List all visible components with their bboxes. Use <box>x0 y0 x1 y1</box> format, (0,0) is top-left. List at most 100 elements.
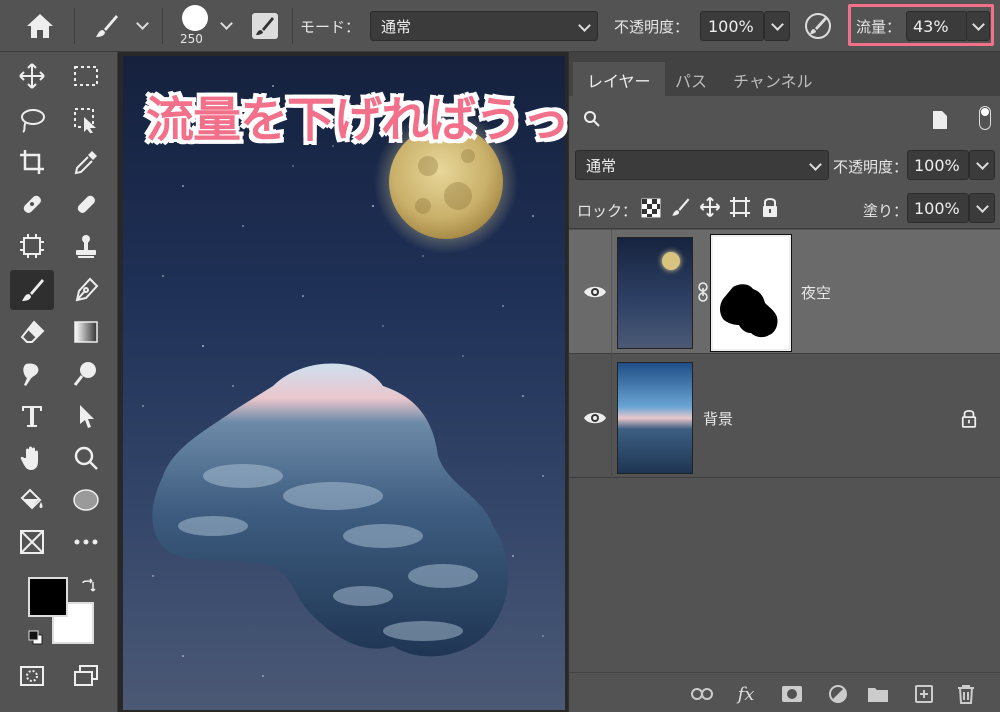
new-layer-icon[interactable] <box>913 683 935 705</box>
chevron-down-icon <box>771 18 784 31</box>
brush-preview-icon[interactable] <box>178 4 212 32</box>
layer-divider <box>611 230 612 354</box>
healing-brush-tool-icon[interactable] <box>68 186 104 222</box>
chevron-down-icon <box>976 200 989 213</box>
tools-panel <box>0 52 118 712</box>
clone-stamp-content-aware-icon[interactable] <box>14 228 50 264</box>
opacity-dropdown[interactable] <box>764 11 790 41</box>
layer-name: 背景 <box>703 410 734 428</box>
layer-row-background[interactable]: 背景 <box>569 354 1000 478</box>
eye-icon[interactable] <box>583 280 607 304</box>
trash-icon[interactable] <box>955 683 977 705</box>
tab-layers[interactable]: レイヤー <box>573 62 665 96</box>
link-icon[interactable] <box>697 282 709 302</box>
swap-colors-icon[interactable] <box>80 578 96 594</box>
ellipse-tool-icon[interactable] <box>68 482 104 518</box>
hand-tool-icon[interactable] <box>14 440 50 476</box>
chevron-down-icon <box>809 158 822 171</box>
layer-thumbnail[interactable] <box>617 237 693 349</box>
layer-opacity-label: 不透明度： <box>833 158 909 176</box>
layer-name: 夜空 <box>801 284 832 302</box>
dodge-tool-icon[interactable] <box>68 356 104 392</box>
layers-list-divider <box>569 228 1000 229</box>
layer-lock-icon[interactable] <box>961 408 977 428</box>
layer-thumbnail[interactable] <box>617 362 693 474</box>
chevron-down-icon <box>976 157 989 170</box>
add-mask-icon[interactable] <box>781 683 803 705</box>
fill-dropdown[interactable] <box>969 193 995 223</box>
paint-bucket-tool-icon[interactable] <box>14 482 50 518</box>
adjustment-layer-icon[interactable] <box>827 683 849 705</box>
lock-transparent-icon[interactable] <box>641 198 661 218</box>
layer-opacity-value: 100% <box>914 155 960 175</box>
layer-filter-row <box>569 96 1000 140</box>
fill-input[interactable]: 100% <box>907 193 969 223</box>
lock-pixels-icon[interactable] <box>669 196 691 218</box>
lasso-tool-icon[interactable] <box>14 102 50 138</box>
object-select-tool-icon[interactable] <box>68 102 104 138</box>
spot-healing-tool-icon[interactable] <box>14 186 50 222</box>
flow-highlight-box <box>848 4 994 46</box>
layers-panel: レイヤー パス チャンネル 通常 不透明度： 100% ロック： 塗り： 100… <box>568 52 1000 712</box>
layer-opacity-dropdown[interactable] <box>969 150 995 180</box>
layer-opacity-input[interactable]: 100% <box>907 150 969 180</box>
foreground-color-swatch[interactable] <box>28 577 68 617</box>
opacity-label: 不透明度： <box>614 18 690 36</box>
link-layers-icon[interactable] <box>691 683 713 705</box>
folder-icon[interactable] <box>867 683 889 705</box>
tab-channels[interactable]: チャンネル <box>733 68 813 92</box>
home-icon[interactable] <box>22 10 58 42</box>
layers-bottom-bar: fx <box>569 672 1000 712</box>
tab-paths[interactable]: パス <box>675 68 707 92</box>
mode-value: 通常 <box>381 17 412 36</box>
mask-shape <box>720 284 778 338</box>
fill-value: 100% <box>914 198 960 218</box>
screen-mode-icon[interactable] <box>68 658 104 694</box>
frame-tool-icon[interactable] <box>14 524 50 560</box>
lock-artboard-icon[interactable] <box>729 196 751 218</box>
marquee-tool-icon[interactable] <box>68 58 104 94</box>
zoom-tool-icon[interactable] <box>68 440 104 476</box>
type-tool-icon[interactable] <box>14 398 50 434</box>
fill-label: 塗り： <box>863 202 909 220</box>
document-canvas[interactable] <box>123 56 565 710</box>
eye-icon[interactable] <box>583 406 607 430</box>
panel-tabs: レイヤー パス チャンネル <box>569 52 1000 96</box>
layer-row-night-sky[interactable]: 夜空 <box>569 230 1000 354</box>
filter-search-icon[interactable] <box>583 110 601 128</box>
brush-settings-icon[interactable] <box>248 9 282 43</box>
fx-icon[interactable]: fx <box>735 683 757 705</box>
blend-mode-select[interactable]: 通常 <box>575 150 829 180</box>
lock-position-icon[interactable] <box>699 196 721 218</box>
opacity-input[interactable]: 100% <box>700 11 764 41</box>
brush-tool-icon[interactable] <box>88 10 124 42</box>
layer-mask-thumbnail[interactable] <box>710 234 792 352</box>
brush-size-label: 250 <box>180 32 203 46</box>
pressure-opacity-icon[interactable] <box>802 10 834 42</box>
crop-tool-icon[interactable] <box>14 144 50 180</box>
lock-label: ロック： <box>577 202 638 220</box>
pen-tool-icon[interactable] <box>68 272 104 308</box>
gradient-tool-icon[interactable] <box>68 314 104 350</box>
layer-divider <box>611 354 612 478</box>
eraser-tool-icon[interactable] <box>14 314 50 350</box>
lock-all-icon[interactable] <box>761 196 779 218</box>
chevron-down-icon <box>578 19 591 32</box>
filter-document-icon[interactable] <box>931 110 949 130</box>
brush-tool-active-icon[interactable] <box>10 270 54 310</box>
tool-preset-chevron-icon[interactable] <box>132 14 152 36</box>
path-selection-tool-icon[interactable] <box>68 398 104 434</box>
clone-stamp-tool-icon[interactable] <box>68 228 104 264</box>
eyedropper-tool-icon[interactable] <box>68 144 104 180</box>
mode-label: モード： <box>300 18 361 36</box>
move-tool-icon[interactable] <box>14 58 50 94</box>
more-tools-icon[interactable] <box>68 524 104 560</box>
smudge-tool-icon[interactable] <box>14 356 50 392</box>
filter-toggle[interactable] <box>979 106 991 130</box>
brush-picker-chevron-icon[interactable] <box>216 14 236 36</box>
mode-select[interactable]: 通常 <box>370 11 598 41</box>
quick-mask-icon[interactable] <box>14 658 50 694</box>
thumbnail-moon <box>662 252 680 270</box>
default-colors-icon[interactable] <box>28 630 44 646</box>
opacity-value: 100% <box>708 16 754 36</box>
